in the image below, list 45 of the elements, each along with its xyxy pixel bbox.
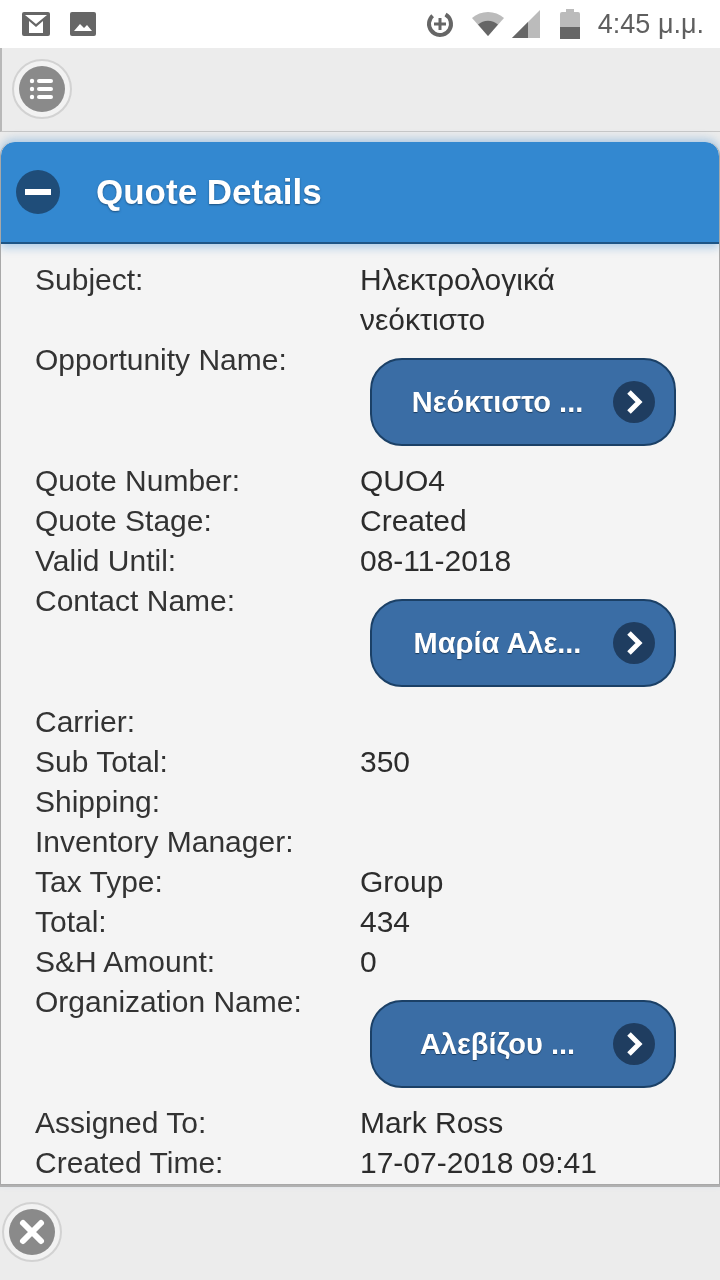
field-label: Organization Name: [35,984,303,1020]
field-label: Subject: [35,262,145,298]
field-value: Ηλεκτρολογικά νεόκτιστο [360,262,556,338]
field-value: 350 [360,744,412,780]
field-label: Contact Name: [35,583,237,619]
link-button[interactable]: Αλεβίζου ... [370,1000,676,1088]
link-button[interactable]: Νεόκτιστο ... [370,358,676,446]
panel-title: Quote Details [96,172,322,212]
field-label: Opportunity Name: [35,342,288,378]
mail-icon [22,12,50,36]
field-label: Quote Stage: [35,503,213,539]
field-value: 0 [360,944,378,980]
panel-header[interactable]: Quote Details [1,142,719,244]
chevron-icon [613,622,655,664]
field-value: Mark Ross [360,1105,505,1141]
close-button[interactable] [2,1202,62,1262]
field-label: Valid Until: [35,543,178,579]
status-time: 4:45 μ.μ. [597,8,704,40]
field-label: Shipping: [35,784,162,820]
data-saver-icon [425,10,454,38]
field-label: Carrier: [35,704,136,740]
link-button[interactable]: Μαρία Αλε... [370,599,676,687]
field-label: Created Time: [35,1145,225,1181]
battery-icon [559,9,580,39]
field-label: Total: [35,904,108,940]
field-label: Sub Total: [35,744,169,780]
close-icon [9,1209,55,1255]
field-value: Created [360,503,468,539]
field-label: Quote Number: [35,463,242,499]
wifi-icon [471,11,504,37]
field-label: Inventory Manager: [35,824,295,860]
field-label: Assigned To: [35,1105,208,1141]
image-icon [70,12,96,36]
field-value: QUO4 [360,463,447,499]
field-value: 17-07-2018 09:41 [360,1145,598,1181]
field-value: 434 [360,904,412,940]
field-value: 08-11-2018 [360,543,513,579]
list-icon [19,66,65,112]
field-label: Tax Type: [35,864,164,900]
field-value: Group [360,864,445,900]
chevron-icon [613,1023,655,1065]
menu-button[interactable] [12,59,72,119]
signal-icon [511,10,540,38]
chevron-icon [613,381,655,423]
field-label: S&H Amount: [35,944,217,980]
